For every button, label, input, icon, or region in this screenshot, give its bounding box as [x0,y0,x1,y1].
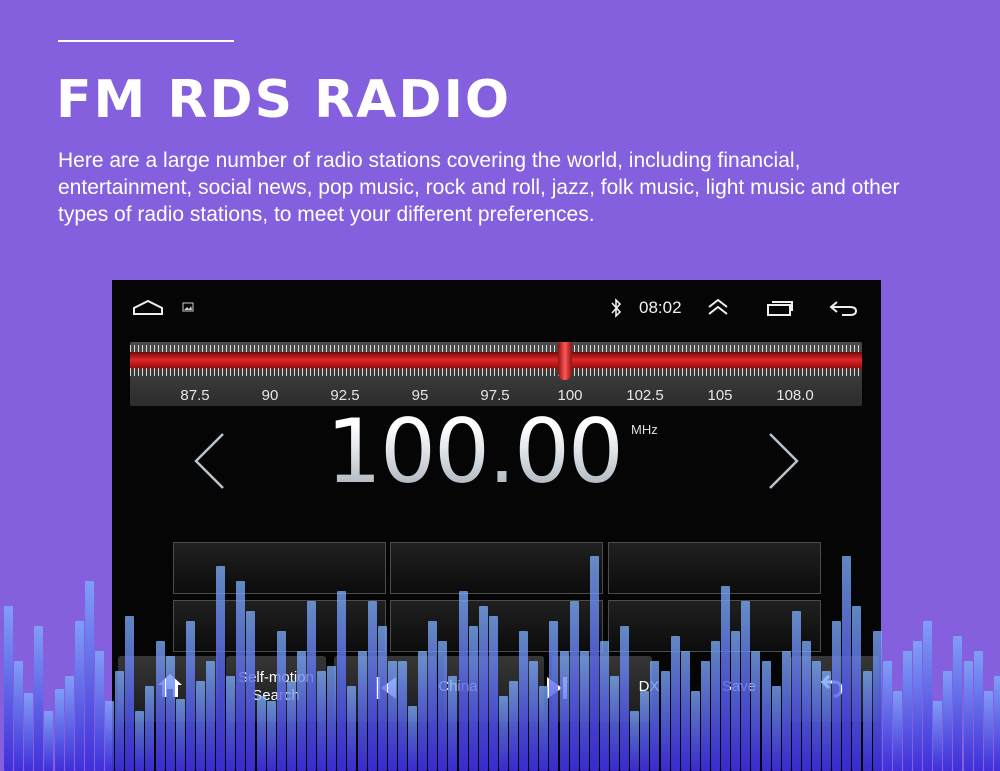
return-icon [820,674,843,698]
equalizer-bar [14,661,23,771]
tune-up-arrow-icon[interactable] [767,432,801,490]
equalizer-bar [984,691,993,771]
status-bar: 08:02 [112,280,881,335]
skip-next-icon [547,677,567,699]
recent-apps-icon[interactable] [766,299,794,317]
home-button[interactable] [118,656,218,722]
equalizer-bar [95,651,104,771]
equalizer-bar [974,651,983,771]
back-arrow-icon[interactable] [828,298,858,318]
preset-slot-4[interactable] [173,600,386,652]
status-time: 08:02 [639,298,682,317]
save-button[interactable]: Save [692,656,792,722]
scale-label: 87.5 [180,387,210,404]
dial-band [130,352,862,369]
scale-label: 105 [707,387,733,404]
self-motion-search-button[interactable]: Self-motion Search [226,656,326,722]
home-outline-icon[interactable] [132,299,164,317]
return-button[interactable] [790,656,879,722]
equalizer-bar [75,621,84,771]
home-icon [158,674,182,697]
header-rule [58,40,234,42]
region-button[interactable]: China [438,656,544,722]
skip-previous-icon [376,677,396,699]
equalizer-bar [903,651,912,771]
image-icon [182,302,194,312]
dial-ticks-bottom [130,368,862,376]
equalizer-bar [4,606,13,771]
equalizer-bar [933,701,942,771]
equalizer-bar [953,636,962,771]
self-motion-search-label: Self-motion Search [238,669,314,704]
control-bar: Self-motion Search China DX Save [112,654,881,771]
equalizer-bar [85,581,94,771]
equalizer-bar [883,661,892,771]
preset-slot-5[interactable] [390,600,603,652]
equalizer-bar [923,621,932,771]
radio-screen: 08:02 87.5 90 92.5 95 97.5 100 102.5 105… [112,280,881,771]
tuner-needle[interactable] [558,342,572,380]
equalizer-bar [893,691,902,771]
frequency-display: 100.00 [326,400,624,503]
equalizer-bar [65,676,74,771]
preset-slot-1[interactable] [173,542,386,594]
preset-slot-6[interactable] [608,600,821,652]
scale-label: 90 [261,387,279,404]
tuner-dial[interactable]: 87.5 90 92.5 95 97.5 100 102.5 105 108.0 [130,342,862,406]
previous-station-button[interactable] [334,656,436,722]
equalizer-bar [24,693,33,771]
frequency-unit: MHz [631,422,658,437]
page-title: FM RDS RADIO [56,70,512,130]
dx-label: DX [638,678,660,695]
equalizer-bar [34,626,43,771]
scale-label: 102.5 [626,387,664,404]
preset-slot-3[interactable] [608,542,821,594]
bluetooth-icon [611,298,622,318]
save-label: Save [721,678,757,695]
preset-slot-2[interactable] [390,542,603,594]
equalizer-bar [943,671,952,771]
scale-label: 108.0 [776,387,814,404]
equalizer-bar [913,641,922,771]
equalizer-bar [44,711,53,771]
equalizer-bar [55,689,64,771]
chevron-up-double-icon[interactable] [706,297,730,317]
dx-button[interactable]: DX [602,656,702,722]
equalizer-bar [994,676,1000,771]
page-description: Here are a large number of radio station… [58,149,900,226]
equalizer-bar [964,661,973,771]
tune-down-arrow-icon[interactable] [192,432,226,490]
region-label: China [438,678,478,695]
